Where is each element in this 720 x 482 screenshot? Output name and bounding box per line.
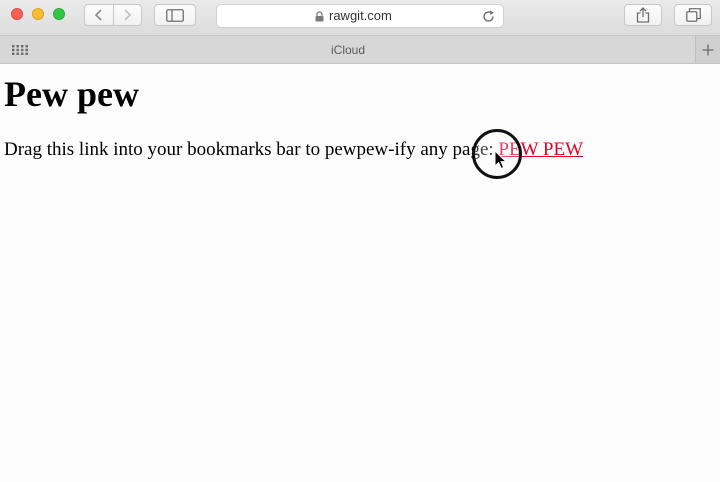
tabs-icon	[685, 8, 701, 22]
lock-icon	[315, 11, 324, 22]
chevron-right-icon	[124, 9, 132, 21]
page-title: Pew pew	[4, 74, 139, 114]
navigation-buttons	[84, 4, 142, 26]
sidebar-button[interactable]	[154, 4, 196, 26]
share-button[interactable]	[624, 4, 662, 26]
reload-icon[interactable]	[482, 10, 495, 23]
sidebar-icon	[166, 8, 184, 22]
close-window-button[interactable]	[11, 8, 23, 20]
back-button[interactable]	[85, 5, 113, 25]
show-tabs-button[interactable]	[674, 4, 712, 26]
minimize-window-button[interactable]	[32, 8, 44, 20]
toolbar: rawgit.com	[0, 0, 720, 36]
instruction-text: Drag this link into your bookmarks bar t…	[4, 139, 499, 160]
chevron-left-icon	[94, 9, 102, 21]
plus-icon	[702, 44, 714, 55]
tab-title[interactable]: iCloud	[0, 43, 696, 57]
page-content: Pew pew Drag this link into your bookmar…	[0, 64, 720, 482]
browser-window: rawgit.com iCloud Pew pew Drag this link…	[0, 0, 720, 482]
maximize-window-button[interactable]	[53, 8, 65, 20]
favorites-bar: iCloud	[0, 36, 720, 64]
share-icon	[636, 7, 650, 23]
forward-button[interactable]	[112, 5, 142, 25]
address-url: rawgit.com	[329, 8, 392, 23]
new-tab-button[interactable]	[695, 36, 720, 63]
mouse-pointer-icon	[494, 150, 508, 170]
address-bar[interactable]: rawgit.com	[216, 4, 504, 28]
